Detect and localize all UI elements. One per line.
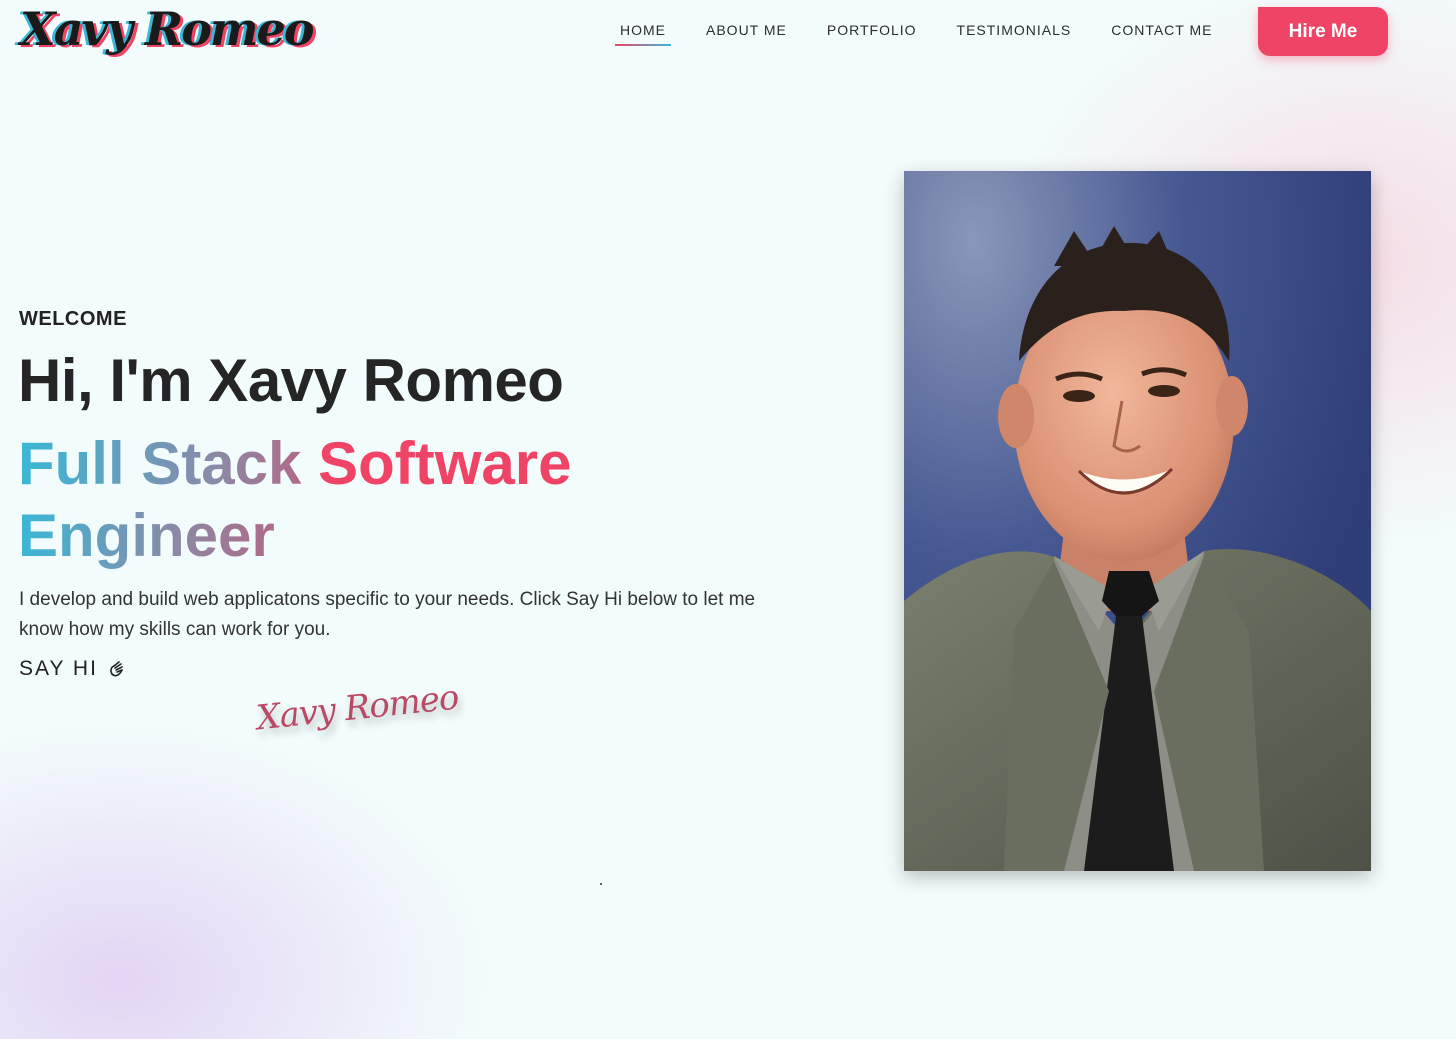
say-hi-link[interactable]: SAY HI [19, 657, 126, 681]
signature: Xavy Romeo [254, 677, 461, 739]
nav-item-about-me[interactable]: ABOUT ME [686, 22, 807, 46]
nav-item-home[interactable]: HOME [600, 22, 686, 46]
nav-item-portfolio[interactable]: PORTFOLIO [807, 22, 937, 46]
say-hi-label: SAY HI [19, 657, 98, 680]
role-word-engineer: Engineer [18, 500, 275, 572]
nav-item-testimonials[interactable]: TESTIMONIALS [937, 22, 1092, 46]
portrait-photo [904, 171, 1371, 871]
role-word-software: Software [318, 430, 572, 497]
waving-hand-icon [108, 660, 126, 678]
nav-item-contact-me[interactable]: CONTACT ME [1091, 22, 1232, 46]
role-word-full-stack: Full Stack [18, 428, 301, 500]
hero-headline: Hi, I'm Xavy Romeo [18, 347, 564, 414]
hero-description: I develop and build web applicatons spec… [19, 589, 756, 640]
welcome-eyebrow: WELCOME [19, 308, 127, 330]
main-nav: HOME ABOUT ME PORTFOLIO TESTIMONIALS CON… [600, 22, 1232, 46]
decorative-dot [600, 883, 602, 885]
role-title: Full Stack Software Engineer [18, 428, 638, 572]
site-logo[interactable]: Xavy Romeo [20, 2, 314, 56]
hire-me-button[interactable]: Hire Me [1258, 7, 1388, 56]
